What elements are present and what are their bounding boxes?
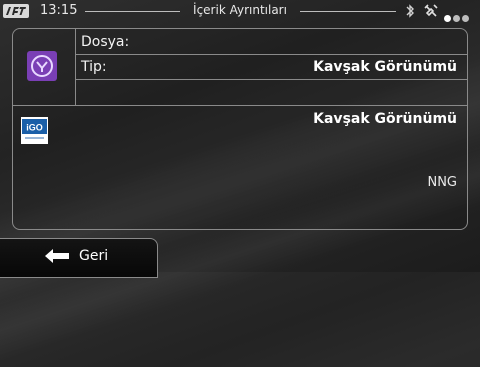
type-value: Kavşak Görünümü (313, 59, 457, 75)
publisher-name: NNG (427, 175, 457, 190)
content-name: Kavşak Görünümü (313, 111, 457, 127)
content-details-panel: Dosya: Tip: Kavşak Görünümü iGO Kavşak G… (12, 28, 468, 230)
column-divider (75, 29, 76, 105)
bluetooth-icon (406, 4, 414, 18)
row-divider (75, 54, 467, 55)
back-arrow-icon (45, 249, 69, 263)
page-title: İçerik Ayrıntıları (193, 3, 287, 17)
igo-logo-text: iGO (26, 123, 43, 133)
title-divider-right (300, 11, 396, 12)
back-button-label: Geri (79, 248, 109, 264)
type-label: Tip: (81, 59, 107, 75)
section-divider (13, 105, 467, 106)
file-label: Dosya: (81, 34, 130, 50)
igo-icon: iGO (21, 117, 48, 144)
status-bar: 13:15 İçerik Ayrıntıları (0, 0, 480, 22)
brand-logo-icon (3, 4, 29, 18)
page-dot-active (444, 15, 451, 22)
junction-view-icon (27, 51, 57, 81)
back-button[interactable]: Geri (0, 238, 158, 278)
page-dot (453, 15, 460, 22)
title-divider-left (85, 11, 180, 12)
page-indicator (444, 7, 471, 26)
satellite-icon (424, 4, 438, 17)
clock-time: 13:15 (40, 3, 78, 18)
page-dot (462, 15, 469, 22)
row-divider (75, 79, 467, 80)
